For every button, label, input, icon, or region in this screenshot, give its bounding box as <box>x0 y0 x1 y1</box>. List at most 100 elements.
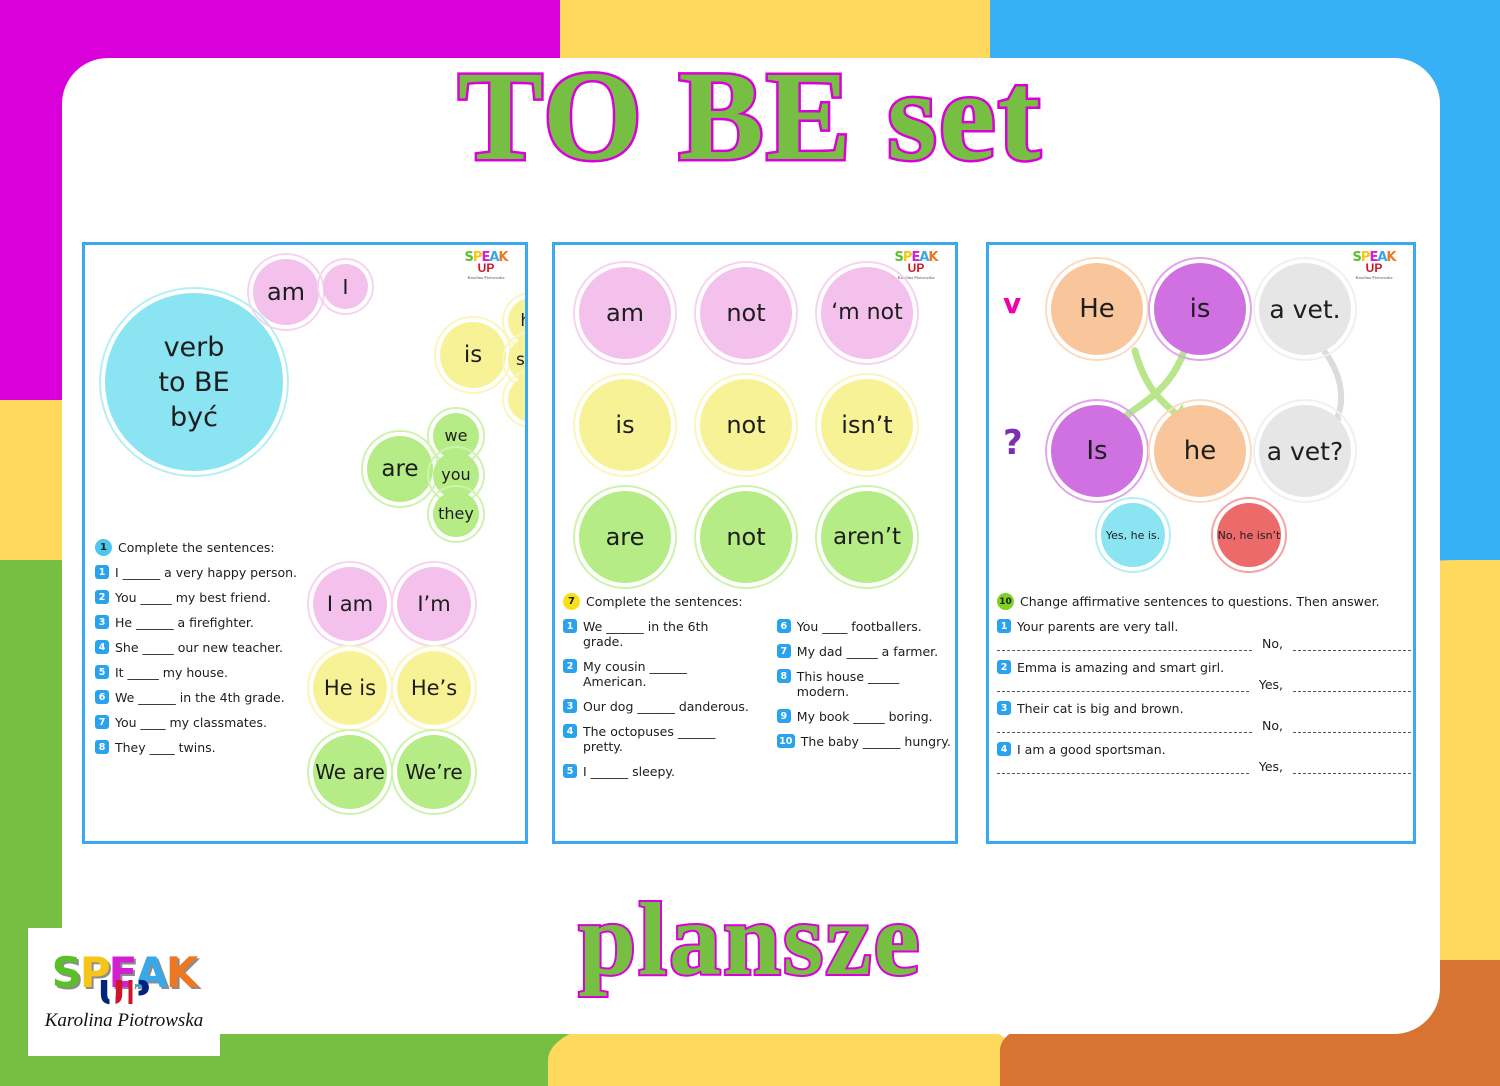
item-number: 4 <box>997 742 1011 756</box>
exercise-number-badge: 7 <box>563 593 580 610</box>
item-text: You _____ my best friend. <box>115 590 271 605</box>
answer-line[interactable]: Yes, <box>997 759 1411 774</box>
item-number: 2 <box>95 590 109 604</box>
answer-blank[interactable] <box>1293 721 1411 733</box>
mini-logo-letter: S <box>894 250 904 265</box>
exercise-item: 10 The baby ______ hungry. <box>776 734 955 749</box>
item-number: 5 <box>563 764 577 778</box>
item-number: 3 <box>997 701 1011 715</box>
question-blank[interactable] <box>997 721 1253 733</box>
answer-blank[interactable] <box>1293 639 1411 651</box>
answer-word: No, <box>1262 718 1283 733</box>
answer-line[interactable]: Yes, <box>997 677 1411 692</box>
bubble-he-is: He is <box>307 645 393 731</box>
exercise-item: 7 You ____ my classmates. <box>95 715 320 730</box>
affirmative-marker: v <box>1003 287 1022 320</box>
worksheet-card-1[interactable]: SPEAK UP Karolina Piotrowska verb to BE … <box>82 242 528 844</box>
exercise-item: 3 Our dog ______ danderous. <box>563 699 751 714</box>
item-text: I ______ sleepy. <box>583 764 676 779</box>
bubble-a-vet-question: a vet? <box>1253 399 1357 503</box>
bubble-she: she <box>502 331 525 389</box>
exercise-item: 2 My cousin ______ American. <box>563 659 751 689</box>
bubble-label: ‘m not <box>831 300 903 325</box>
bubble-label: He’s <box>410 675 458 700</box>
question-blank[interactable] <box>997 680 1249 692</box>
bubble-not-2: not <box>694 373 798 477</box>
bubble-they: they <box>427 485 485 543</box>
item-text: We ______ in the 4th grade. <box>115 690 285 705</box>
item-number: 2 <box>997 660 1011 674</box>
bubble-label: it <box>525 391 528 408</box>
exercise-item: 6 We ______ in the 4th grade. <box>95 690 320 705</box>
bubble-line: verb <box>163 331 225 363</box>
bubble-label: are <box>381 455 419 482</box>
bubble-are: are <box>573 485 677 589</box>
bubble-label: a vet. <box>1269 294 1341 324</box>
bubble-label: not <box>726 411 766 439</box>
logo-letter-k: K <box>165 948 199 998</box>
exercise-number-badge: 1 <box>95 539 112 556</box>
item-number: 7 <box>776 644 791 658</box>
answer-line[interactable]: No, <box>997 718 1411 733</box>
mini-brand-logo: SPEAK UP Karolina Piotrowska <box>455 251 517 280</box>
mini-brand-logo: SPEAK UP Karolina Piotrowska <box>1343 251 1405 280</box>
bubble-label: isn’t <box>841 411 893 439</box>
worksheet-card-2[interactable]: SPEAK UP Karolina Piotrowska am not ‘m n… <box>552 242 958 844</box>
exercise-item: 4 She _____ our new teacher. <box>95 640 320 655</box>
item-text: It _____ my house. <box>115 665 229 680</box>
bubble-is-question: Is <box>1045 399 1149 503</box>
item-number: 1 <box>997 619 1011 633</box>
bubble-arent: aren’t <box>815 485 919 589</box>
exercise-item: 3 He ______ a firefighter. <box>95 615 320 630</box>
exercise-column-left: 1 We ______ in the 6th grade. 2 My cousin … <box>563 619 751 789</box>
bubble-label: I <box>342 274 349 299</box>
logo-letter-s: S <box>51 948 82 998</box>
question-blank[interactable] <box>997 762 1249 774</box>
mini-logo-letter: S <box>464 250 474 265</box>
item-number: 6 <box>95 690 109 704</box>
exercise-item: 4 The octopuses ______ pretty. <box>563 724 751 754</box>
exercise-item: 3 Their cat is big and brown. <box>997 701 1411 716</box>
item-text: The baby ______ hungry. <box>800 734 951 749</box>
bubble-ring <box>502 370 525 428</box>
exercise-item: 6 You ____ footballers. <box>776 619 955 634</box>
exercise-item: 2 You _____ my best friend. <box>95 590 320 605</box>
answer-blank[interactable] <box>1293 680 1411 692</box>
exercise-heading: 7 Complete the sentences: <box>563 593 955 610</box>
bubble-is: is <box>434 316 512 394</box>
answer-line[interactable]: No, <box>997 636 1411 651</box>
brand-logo-up-flag: UP <box>97 973 151 1014</box>
exercise-item: 4 I am a good sportsman. <box>997 742 1411 757</box>
exercise-item: 9 My book _____ boring. <box>776 709 955 724</box>
bubble-m-not: ‘m not <box>815 261 919 365</box>
item-number: 1 <box>95 565 109 579</box>
item-number: 5 <box>95 665 109 679</box>
item-text: My book _____ boring. <box>796 709 933 724</box>
exercise-instruction: Change affirmative sentences to question… <box>1020 594 1380 609</box>
bubble-label: are <box>605 523 645 551</box>
bubble-am: am <box>573 261 677 365</box>
item-number: 3 <box>563 699 577 713</box>
question-blank[interactable] <box>997 639 1253 651</box>
bubble-a-vet: a vet. <box>1253 257 1357 361</box>
bubble-hes: He’s <box>391 645 477 731</box>
bubble-i-am: I am <box>307 561 393 647</box>
exercise-item: 7 My dad _____ a farmer. <box>776 644 955 659</box>
exercise-item: 1 I ______ a very happy person. <box>95 565 320 580</box>
answer-word: Yes, <box>1258 759 1283 774</box>
bubble-label: we <box>444 426 468 445</box>
brand-author-name: Karolina Piotrowska <box>44 1009 204 1031</box>
answer-blank[interactable] <box>1293 762 1411 774</box>
exercise-item: 1 We ______ in the 6th grade. <box>563 619 751 649</box>
bubble-not-1: not <box>694 261 798 365</box>
item-number: 4 <box>563 724 577 738</box>
item-text: He ______ a firefighter. <box>115 615 254 630</box>
mini-logo-letter: K <box>1386 250 1396 265</box>
bubble-are: are <box>361 430 439 508</box>
item-text: She _____ our new teacher. <box>115 640 283 655</box>
brand-logo: SPEAK UP Karolina Piotrowska <box>28 928 220 1056</box>
exercise-number-badge: 10 <box>997 593 1014 610</box>
worksheet-card-3[interactable]: SPEAK UP Karolina Piotrowska v ? He is a… <box>986 242 1416 844</box>
bubble-label: No, he isn’t <box>1217 528 1281 542</box>
item-text: You ____ my classmates. <box>115 715 267 730</box>
